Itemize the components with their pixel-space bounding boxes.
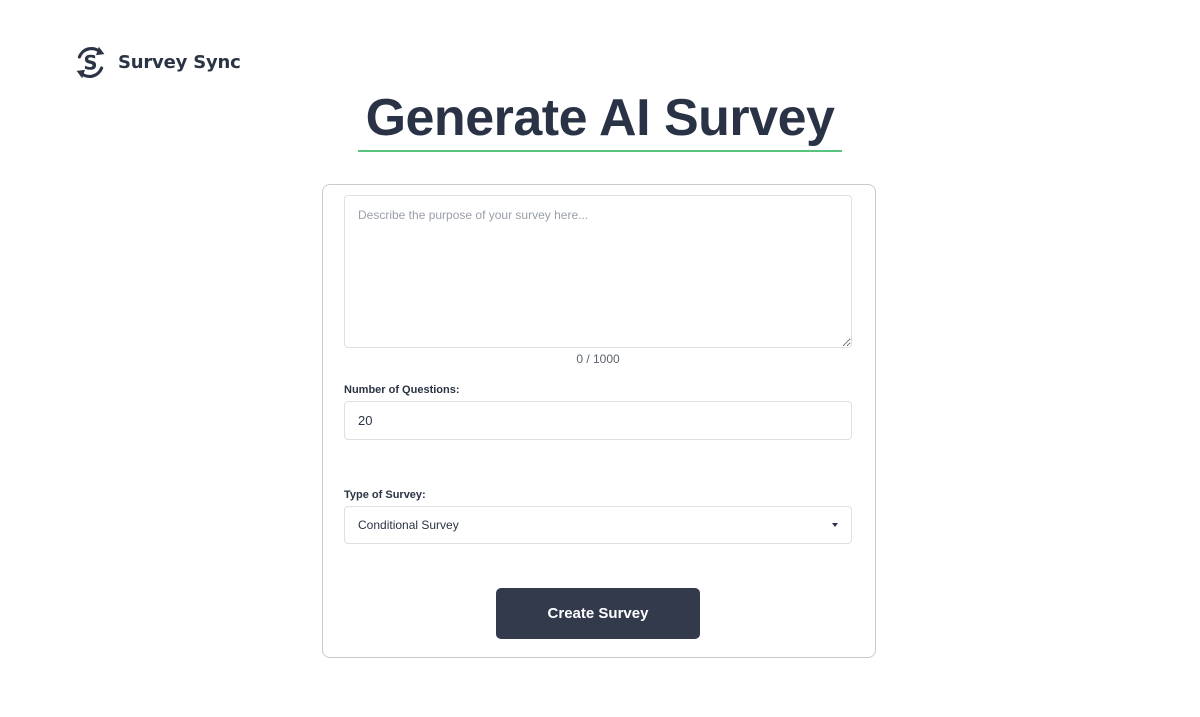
sync-s-logo-icon: S — [76, 46, 105, 79]
page: S Survey Sync Generate AI Survey 0 / 100… — [0, 0, 1200, 717]
brand[interactable]: S Survey Sync — [72, 44, 241, 81]
title-area: Generate AI Survey — [0, 88, 1200, 152]
survey-type-select[interactable]: Conditional Survey — [344, 506, 852, 544]
create-survey-button[interactable]: Create Survey — [496, 588, 700, 639]
survey-type-label: Type of Survey: — [344, 489, 426, 501]
survey-form-card: 0 / 1000 Number of Questions: Type of Su… — [322, 184, 876, 658]
number-of-questions-input[interactable] — [344, 401, 852, 440]
chevron-down-icon — [832, 523, 838, 527]
character-counter: 0 / 1000 — [576, 352, 620, 366]
brand-name: Survey Sync — [118, 52, 241, 73]
questions-label: Number of Questions: — [344, 384, 460, 396]
page-title: Generate AI Survey — [357, 88, 843, 152]
survey-type-selected-value: Conditional Survey — [358, 518, 459, 532]
survey-purpose-textarea[interactable] — [344, 195, 852, 348]
svg-text:S: S — [84, 51, 98, 74]
